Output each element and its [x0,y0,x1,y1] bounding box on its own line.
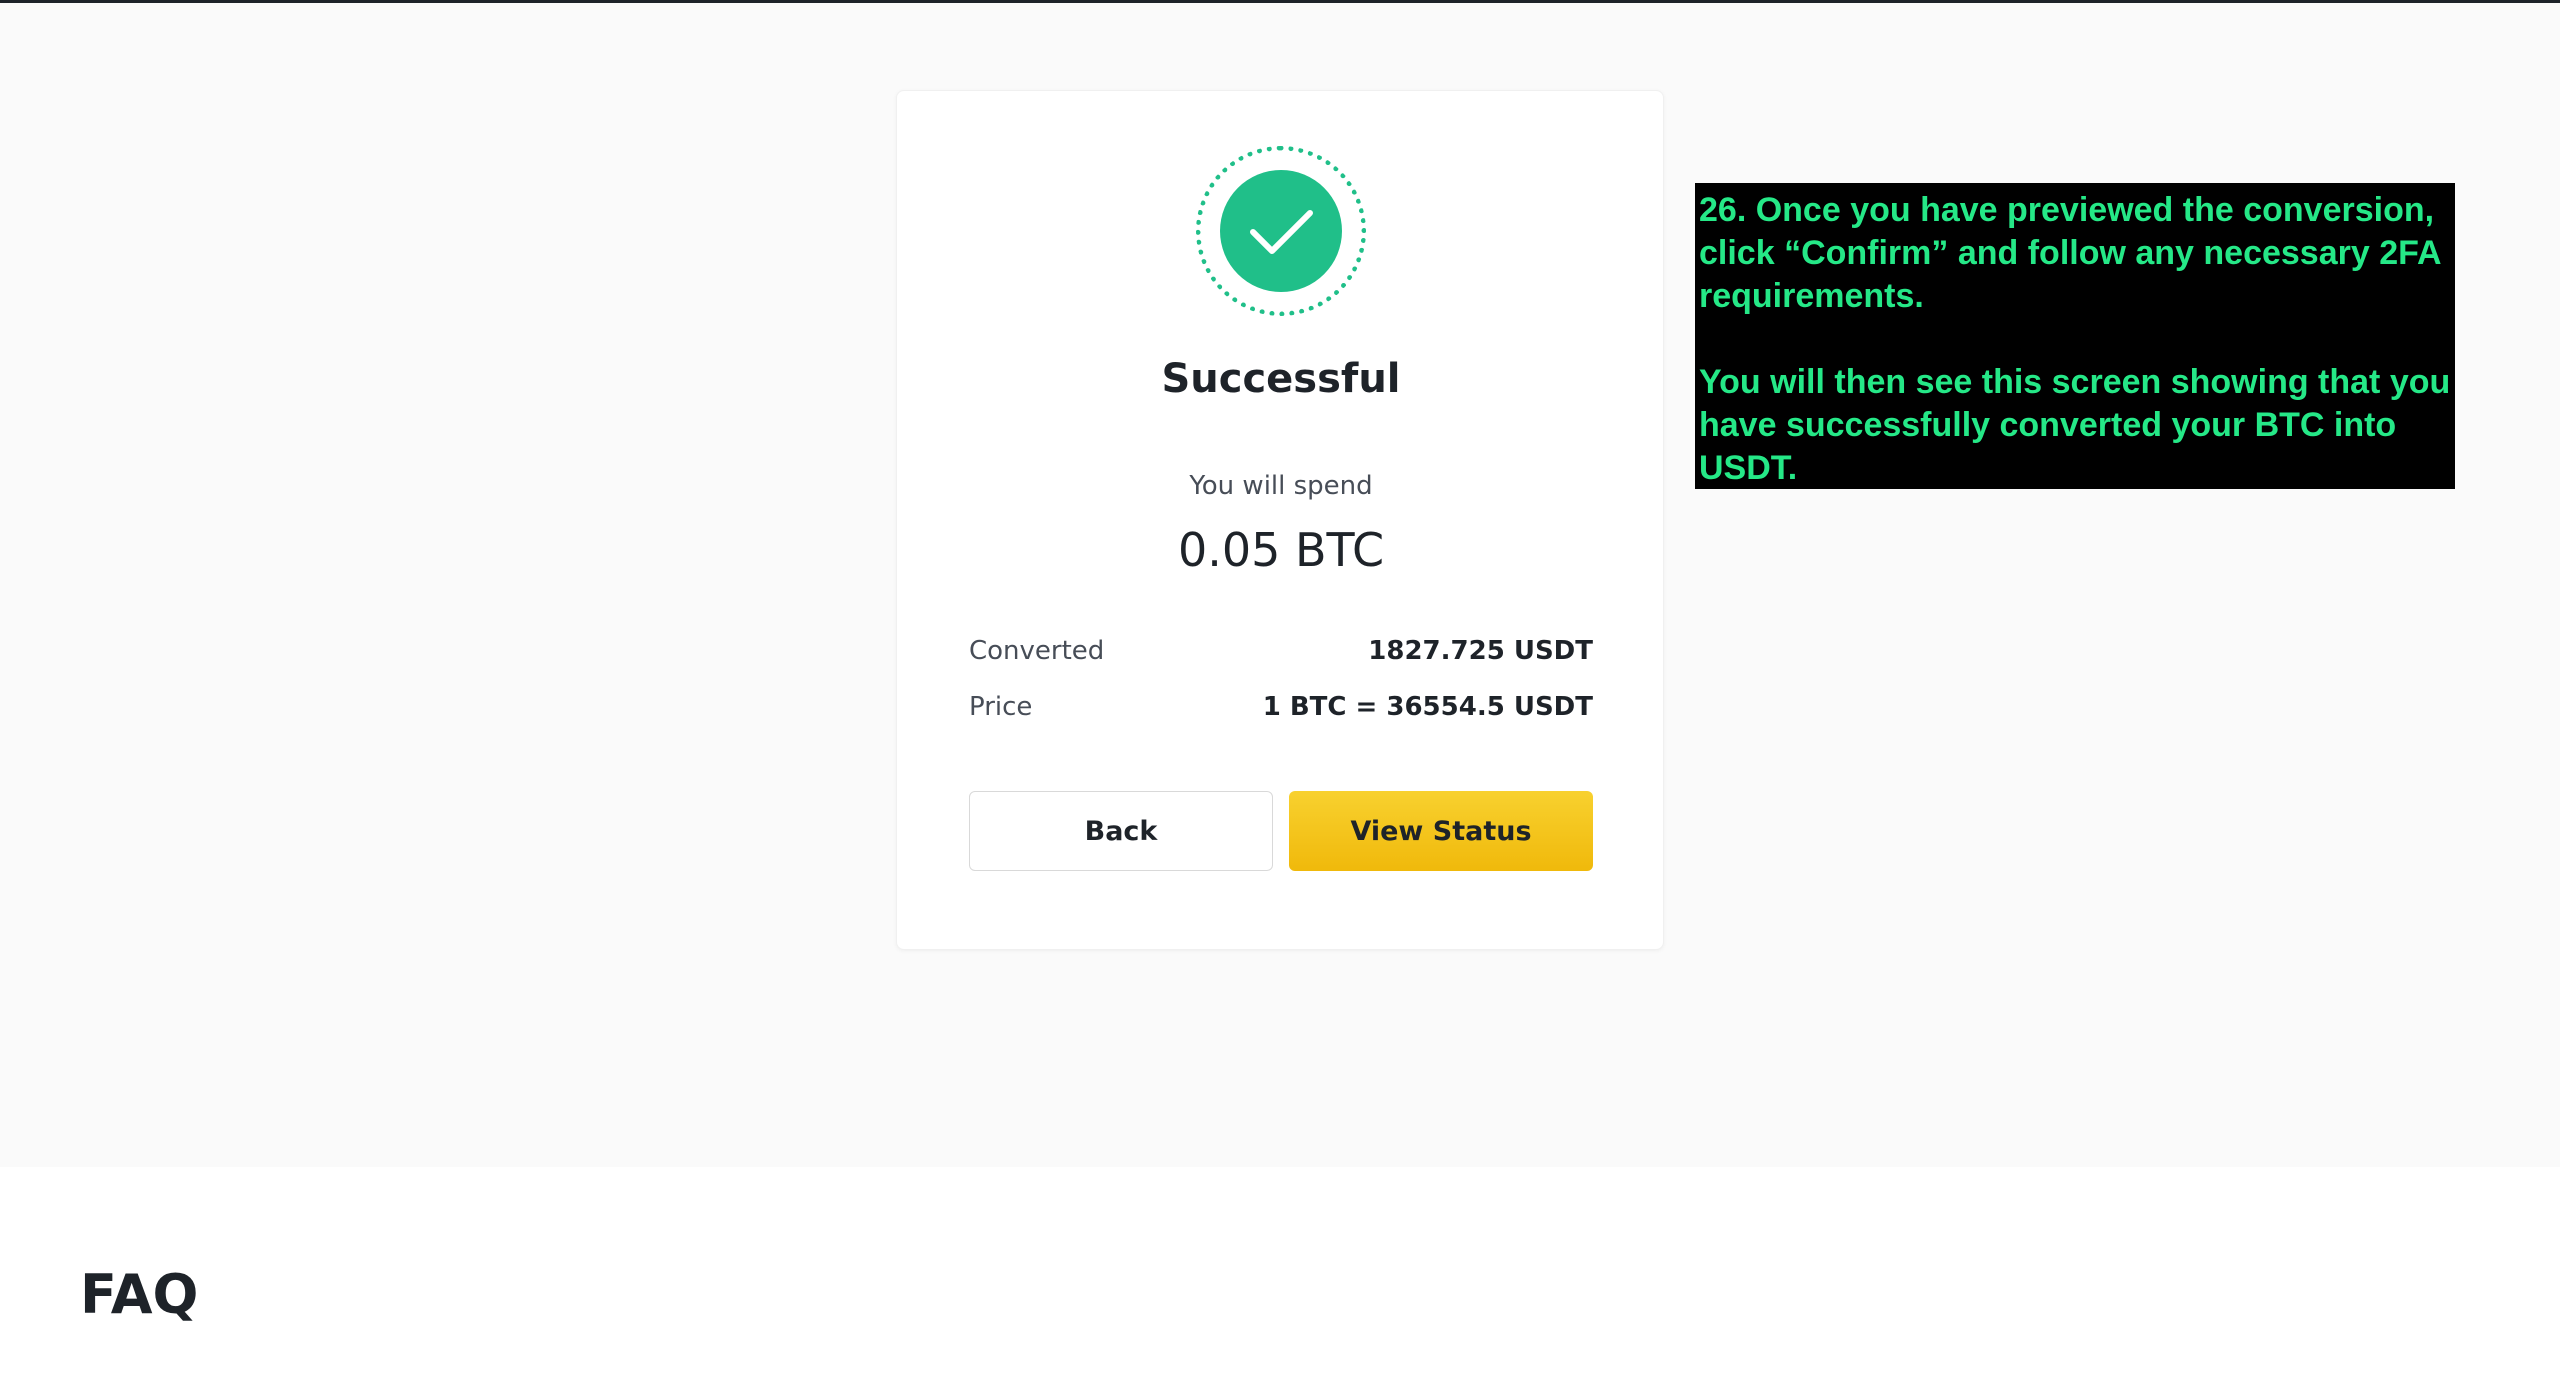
annotation-paragraph-2: You will then see this screen showing th… [1699,363,2451,487]
view-status-button[interactable]: View Status [1289,791,1593,871]
status-title: Successful [1161,356,1401,402]
checkmark-glyph [1250,210,1313,254]
conversion-result-card: Successful You will spend 0.05 BTC Conve… [896,90,1664,950]
spend-label: You will spend [1189,471,1373,501]
spend-amount: 0.05 BTC [1177,523,1385,577]
converted-label: Converted [969,636,1105,666]
price-label: Price [969,692,1033,722]
tutorial-annotation: 26. Once you have previewed the conversi… [1695,183,2455,489]
faq-title: FAQ [80,1263,199,1326]
back-button[interactable]: Back [969,791,1273,871]
annotation-paragraph-1: 26. Once you have previewed the conversi… [1699,191,2441,315]
converted-row: Converted 1827.725 USDT [969,636,1593,676]
checkmark-icon [1196,146,1366,316]
price-value: 1 BTC = 36554.5 USDT [1262,692,1593,722]
price-row: Price 1 BTC = 36554.5 USDT [969,692,1593,732]
converted-value: 1827.725 USDT [1368,636,1593,666]
